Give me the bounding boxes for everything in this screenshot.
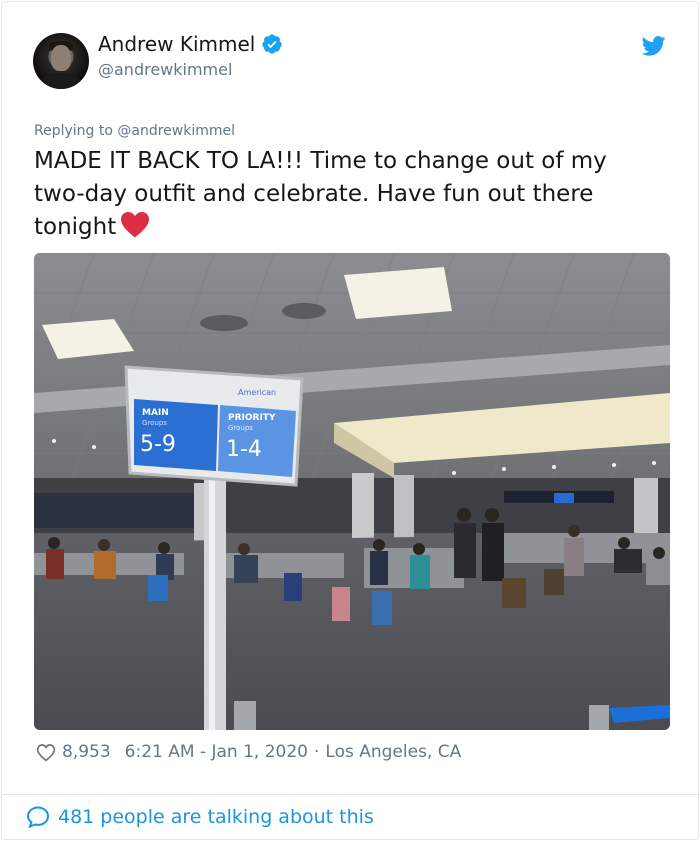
conversation-link-label[interactable]: 481 people are talking about this — [58, 806, 374, 828]
tweet-card: Andrew Kimmel @andrewkimmel Replying to … — [1, 1, 700, 840]
author-handle[interactable]: @andrewkimmel — [98, 60, 232, 79]
avatar[interactable] — [33, 33, 89, 89]
tweet-photo[interactable]: American MAIN Groups 5-9 PRIORITY Groups… — [34, 253, 670, 730]
like-count[interactable]: 8,953 — [62, 742, 111, 762]
sign-priority-title: PRIORITY — [228, 413, 276, 423]
speech-bubble-icon — [26, 806, 50, 829]
sign-priority-sub: Groups — [228, 424, 253, 432]
divider — [2, 794, 700, 795]
author-display-name[interactable]: Andrew Kimmel — [98, 32, 255, 56]
tweet-location[interactable]: Los Angeles, CA — [325, 742, 461, 762]
boarding-sign: American MAIN Groups 5-9 PRIORITY Groups… — [124, 365, 304, 487]
sign-main-range: 5-9 — [140, 432, 176, 457]
verified-badge-icon — [262, 34, 282, 54]
sign-brand: American — [238, 388, 276, 397]
tweet-meta: 8,953 6:21 AM - Jan 1, 2020 · Los Angele… — [36, 742, 461, 762]
sign-main-title: MAIN — [142, 408, 169, 418]
airport-gate-image: American MAIN Groups 5-9 PRIORITY Groups… — [34, 253, 670, 730]
meta-separator: · — [314, 742, 320, 762]
red-heart-emoji — [121, 212, 150, 238]
heart-outline-icon[interactable] — [36, 743, 56, 762]
sign-main-sub: Groups — [142, 419, 167, 427]
sign-priority-range: 1-4 — [226, 437, 262, 462]
conversation-link[interactable]: 481 people are talking about this — [26, 805, 374, 829]
replying-to[interactable]: Replying to @andrewkimmel — [34, 123, 235, 139]
author-name-row[interactable]: Andrew Kimmel — [98, 32, 283, 56]
twitter-bird-icon[interactable] — [642, 36, 666, 56]
tweet-text: MADE IT BACK TO LA!!! Time to change out… — [34, 145, 654, 244]
tweet-timestamp[interactable]: 6:21 AM - Jan 1, 2020 — [125, 742, 308, 762]
